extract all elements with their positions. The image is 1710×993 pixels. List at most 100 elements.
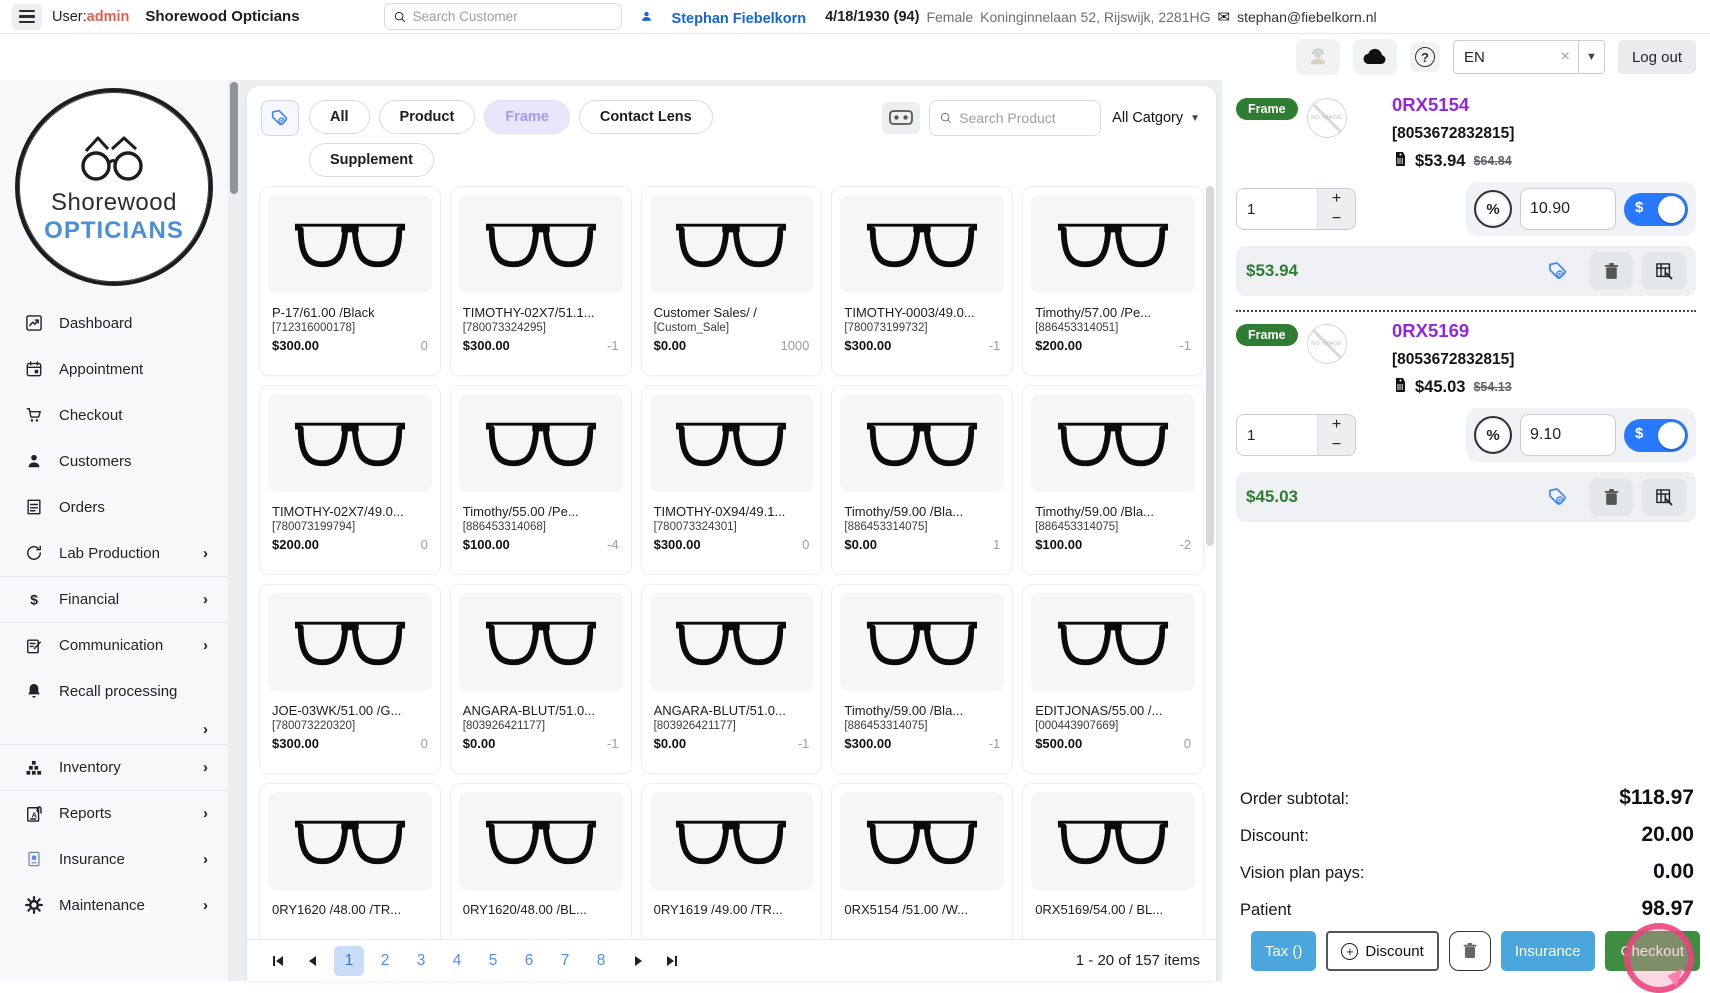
product-search-input[interactable]: [959, 110, 1077, 126]
cart-items: FrameNO IMAGE0RX5154[8053672832815]$53.9…: [1236, 86, 1696, 522]
first-page-button[interactable]: [263, 946, 293, 976]
last-page-button[interactable]: [657, 946, 687, 976]
help-button[interactable]: ?: [1410, 42, 1440, 72]
quantity-increase-button[interactable]: +: [1318, 189, 1355, 209]
quantity-stepper[interactable]: +−: [1236, 188, 1356, 230]
filter-pill-product[interactable]: Product: [379, 100, 476, 134]
discount-input[interactable]: [1520, 414, 1616, 456]
sidebar-submenu-chevron[interactable]: ›: [0, 714, 228, 744]
product-card[interactable]: TIMOTHY-0X94/49.1...[780073324301]$300.0…: [641, 385, 823, 575]
product-card[interactable]: Timothy/57.00 /Pe...[886453314051]$200.0…: [1022, 186, 1204, 376]
product-card[interactable]: Timothy/59.00 /Bla...[886453314075]$100.…: [1022, 385, 1204, 575]
support-agent-button[interactable]: [1296, 39, 1340, 75]
product-price: $100.00: [1035, 537, 1082, 552]
filter-pill-all[interactable]: All: [309, 100, 370, 134]
language-dropdown-icon[interactable]: ▼: [1578, 41, 1604, 73]
item-delete-button[interactable]: [1589, 252, 1633, 290]
sidebar-item-customers[interactable]: Customers: [0, 438, 228, 484]
sidebar-item-orders[interactable]: Orders: [0, 484, 228, 530]
discount-input[interactable]: [1520, 188, 1616, 230]
discount-button[interactable]: +Discount: [1326, 931, 1438, 971]
quantity-input[interactable]: [1237, 189, 1317, 229]
item-code[interactable]: 0RX5169: [1392, 320, 1696, 342]
item-code[interactable]: 0RX5154: [1392, 94, 1696, 116]
product-card[interactable]: Timothy/55.00 /Pe...[886453314068]$100.0…: [450, 385, 632, 575]
quantity-decrease-button[interactable]: −: [1318, 435, 1355, 455]
page-number-4[interactable]: 4: [442, 946, 472, 976]
product-card[interactable]: EDITJONAS/55.00 /...[000443907669]$500.0…: [1022, 584, 1204, 774]
customer-search[interactable]: [384, 3, 622, 30]
product-card[interactable]: Timothy/59.00 /Bla...[886453314075]$300.…: [831, 584, 1013, 774]
sidebar-item-recall-processing[interactable]: Recall processing: [0, 668, 228, 714]
quantity-stepper[interactable]: +−: [1236, 414, 1356, 456]
sidebar-item-lab-production[interactable]: Lab Production›: [0, 530, 228, 576]
page-number-3[interactable]: 3: [406, 946, 436, 976]
currency-toggle[interactable]: $: [1624, 193, 1688, 226]
product-card[interactable]: TIMOTHY-02X7/51.1...[780073324295]$300.0…: [450, 186, 632, 376]
patient-name[interactable]: Stephan Fiebelkorn: [660, 7, 819, 27]
add-tag-button[interactable]: [261, 100, 299, 136]
sidebar-item-appointment[interactable]: Appointment: [0, 346, 228, 392]
item-tag-button[interactable]: [1536, 478, 1580, 516]
product-card[interactable]: P-17/61.00 /Black[712316000178]$300.000: [259, 186, 441, 376]
quantity-input[interactable]: [1237, 415, 1317, 455]
product-barcode: [886453314075]: [832, 519, 1012, 533]
product-card[interactable]: 0RX5169/54.00 / BL...: [1022, 783, 1204, 939]
sidebar-item-reports[interactable]: AReports›: [0, 790, 228, 836]
quantity-increase-button[interactable]: +: [1318, 415, 1355, 435]
sidebar-scrollbar[interactable]: [228, 80, 239, 981]
product-card[interactable]: ANGARA-BLUT/51.0...[803926421177]$0.00-1: [450, 584, 632, 774]
language-select[interactable]: EN × ▼: [1453, 40, 1605, 74]
item-tag-button[interactable]: [1536, 252, 1580, 290]
page-number-5[interactable]: 5: [478, 946, 508, 976]
checkout-button[interactable]: Checkout: [1605, 931, 1700, 971]
item-details-button[interactable]: [1642, 252, 1686, 290]
sidebar-item-dashboard[interactable]: Dashboard: [0, 300, 228, 346]
quantity-decrease-button[interactable]: −: [1318, 209, 1355, 229]
sidebar-item-communication[interactable]: Communication›: [0, 622, 228, 668]
page-number-6[interactable]: 6: [514, 946, 544, 976]
page-number-1[interactable]: 1: [334, 946, 364, 976]
grid-scrollbar-thumb[interactable]: [1206, 186, 1214, 546]
logout-button[interactable]: Log out: [1618, 40, 1696, 74]
insurance-button[interactable]: Insurance: [1501, 931, 1595, 971]
product-card[interactable]: ANGARA-BLUT/51.0...[803926421177]$0.00-1: [641, 584, 823, 774]
product-card[interactable]: Timothy/59.00 /Bla...[886453314075]$0.00…: [831, 385, 1013, 575]
filter-pill-supplement[interactable]: Supplement: [309, 143, 434, 177]
hamburger-menu-icon[interactable]: [12, 4, 42, 30]
item-details-button[interactable]: [1642, 478, 1686, 516]
product-card[interactable]: Customer Sales/ /[Custom_Sale]$0.001000: [641, 186, 823, 376]
filter-pill-frame[interactable]: Frame: [484, 100, 570, 134]
sidebar-item-maintenance[interactable]: Maintenance›: [0, 882, 228, 928]
sidebar-item-checkout[interactable]: Checkout: [0, 392, 228, 438]
product-card[interactable]: TIMOTHY-0003/49.0...[780073199732]$300.0…: [831, 186, 1013, 376]
product-card[interactable]: 0RY1619 /49.00 /TR...: [641, 783, 823, 939]
cloud-sync-button[interactable]: [1353, 39, 1397, 75]
product-search[interactable]: [929, 100, 1101, 136]
percent-badge-icon[interactable]: %: [1474, 190, 1512, 228]
product-card[interactable]: 0RY1620/48.00 /BL...: [450, 783, 632, 939]
item-delete-button[interactable]: [1589, 478, 1633, 516]
page-number-7[interactable]: 7: [550, 946, 580, 976]
page-number-2[interactable]: 2: [370, 946, 400, 976]
sidebar-item-insurance[interactable]: Insurance›: [0, 836, 228, 882]
previous-page-button[interactable]: [297, 946, 327, 976]
product-card[interactable]: 0RX5154 /51.00 /W...: [831, 783, 1013, 939]
percent-badge-icon[interactable]: %: [1474, 416, 1512, 454]
currency-toggle[interactable]: $: [1624, 419, 1688, 452]
tax-button[interactable]: Tax (): [1251, 931, 1317, 971]
category-dropdown[interactable]: All Catgory ▼: [1110, 104, 1202, 132]
next-page-button[interactable]: [623, 946, 653, 976]
sidebar-item-inventory[interactable]: Inventory›: [0, 744, 228, 790]
barcode-scanner-button[interactable]: [882, 102, 920, 134]
customer-search-input[interactable]: [413, 9, 613, 24]
page-number-8[interactable]: 8: [586, 946, 616, 976]
clear-cart-button[interactable]: [1449, 931, 1491, 971]
filter-pill-contact-lens[interactable]: Contact Lens: [579, 100, 713, 134]
sidebar-scrollbar-thumb[interactable]: [230, 82, 238, 194]
sidebar-item-financial[interactable]: $Financial›: [0, 576, 228, 622]
product-card[interactable]: JOE-03WK/51.00 /G...[780073220320]$300.0…: [259, 584, 441, 774]
product-card[interactable]: TIMOTHY-02X7/49.0...[780073199794]$200.0…: [259, 385, 441, 575]
clear-language-icon[interactable]: ×: [1553, 48, 1578, 66]
product-card[interactable]: 0RY1620 /48.00 /TR...: [259, 783, 441, 939]
